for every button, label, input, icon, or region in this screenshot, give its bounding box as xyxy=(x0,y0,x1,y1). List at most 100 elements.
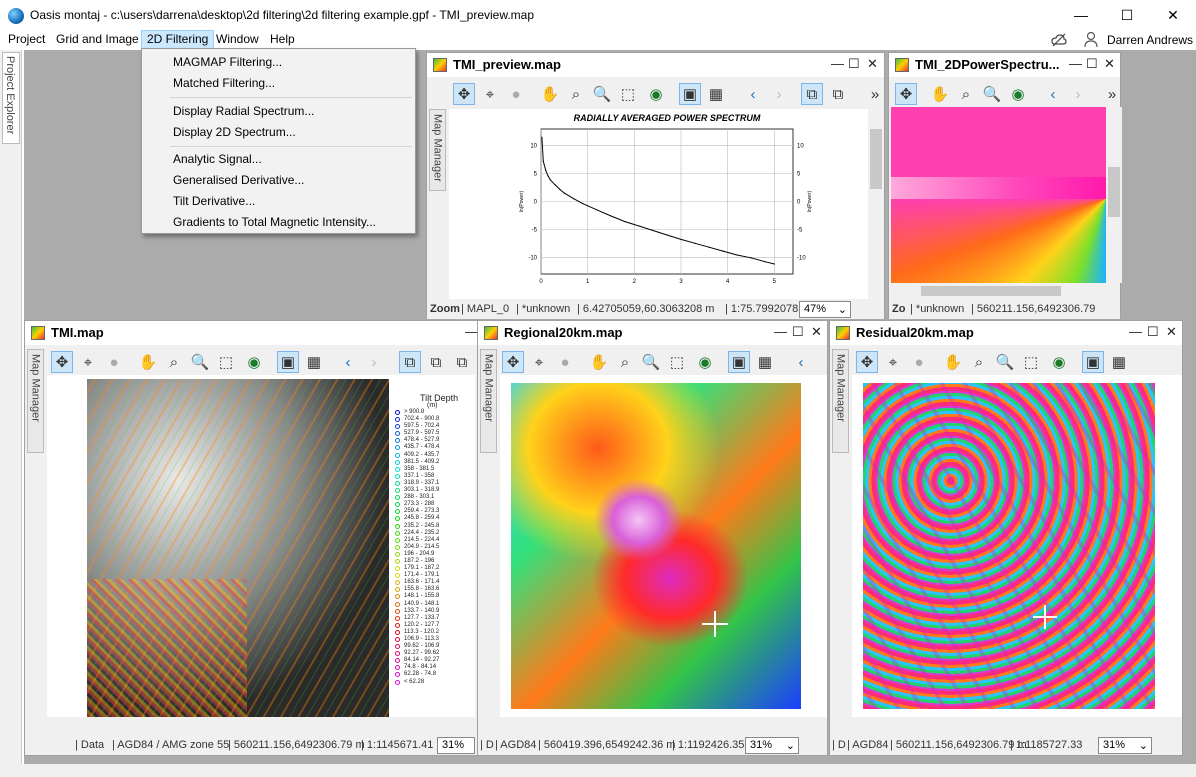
scroll-thumb[interactable] xyxy=(921,286,1061,296)
close-button[interactable]: ✕ xyxy=(1150,0,1196,30)
globe-icon[interactable]: ◉ xyxy=(694,351,716,373)
project-explorer-tab[interactable]: Project Explorer xyxy=(2,52,20,144)
scroll-thumb[interactable] xyxy=(870,129,882,189)
pan-hand-icon[interactable]: ✋ xyxy=(942,351,964,373)
user-name[interactable]: Darren Andrews xyxy=(1107,33,1193,47)
tmi-map-canvas[interactable]: Tilt Depth (m) > 900.8 702.4 - 900.8 597.5… xyxy=(47,375,475,717)
minimize-icon[interactable]: — xyxy=(831,56,844,71)
back-icon[interactable]: ‹ xyxy=(1042,83,1064,105)
info-icon[interactable]: ● xyxy=(908,351,930,373)
info-icon[interactable]: ● xyxy=(103,351,125,373)
residual-map-titlebar[interactable]: Residual20km.map — ☐ ✕ xyxy=(830,321,1182,345)
crosshair-icon[interactable]: ⌖ xyxy=(528,351,550,373)
zoom-extent-icon[interactable]: ⬚ xyxy=(1020,351,1042,373)
globe-icon[interactable]: ◉ xyxy=(645,83,667,105)
map-layer-icon[interactable]: ▣ xyxy=(679,83,701,105)
menu-item-magmap-filtering[interactable]: MAGMAP Filtering... xyxy=(173,55,282,69)
select-tool-icon[interactable]: ✥ xyxy=(453,83,475,105)
zoom-icon[interactable]: 🔍 xyxy=(640,351,662,373)
residual-map-canvas[interactable] xyxy=(852,375,1182,717)
map-manager-tab[interactable]: Map Manager xyxy=(480,349,497,453)
pan-hand-icon[interactable]: ✋ xyxy=(137,351,159,373)
maximize-icon[interactable]: ☐ xyxy=(792,324,804,340)
menu-grid-and-image[interactable]: Grid and Image xyxy=(51,30,144,49)
zoom-window-icon[interactable]: ⌕ xyxy=(614,351,636,373)
menu-help[interactable]: Help xyxy=(265,30,300,49)
zoom-icon[interactable]: 🔍 xyxy=(994,351,1016,373)
zoom-window-icon[interactable]: ⌕ xyxy=(968,351,990,373)
menu-item-tilt-derivative[interactable]: Tilt Derivative... xyxy=(173,194,255,208)
power-spectrum-titlebar[interactable]: TMI_2DPowerSpectru... — ☐ ✕ xyxy=(889,53,1120,77)
map-refresh-icon[interactable]: ▦ xyxy=(754,351,776,373)
minimize-button[interactable]: — xyxy=(1058,0,1104,30)
select-tool-icon[interactable]: ✥ xyxy=(51,351,73,373)
window-cascade-icon[interactable]: ⧉ xyxy=(827,83,849,105)
crosshair-icon[interactable]: ⌖ xyxy=(77,351,99,373)
info-icon[interactable]: ● xyxy=(505,83,527,105)
menu-window[interactable]: Window xyxy=(211,30,264,49)
pan-hand-icon[interactable]: ✋ xyxy=(929,83,951,105)
zoom-extent-icon[interactable]: ⬚ xyxy=(617,83,639,105)
vertical-scrollbar[interactable] xyxy=(1106,107,1122,283)
zoom-select[interactable]: 31% ⌄ xyxy=(745,737,799,754)
minimize-icon[interactable]: — xyxy=(1129,324,1142,339)
zoom-extent-icon[interactable]: ⬚ xyxy=(666,351,688,373)
globe-icon[interactable]: ◉ xyxy=(1007,83,1029,105)
tmi-preview-window[interactable]: TMI_preview.map — ☐ ✕ ✥ ⌖ ● ✋ ⌕ 🔍 ⬚ ◉ ▣ … xyxy=(426,52,885,319)
globe-icon[interactable]: ◉ xyxy=(1048,351,1070,373)
minimize-icon[interactable]: — xyxy=(1069,56,1082,71)
maximize-icon[interactable]: ☐ xyxy=(1147,324,1159,340)
zoom-icon[interactable]: 🔍 xyxy=(189,351,211,373)
back-icon[interactable]: ‹ xyxy=(790,351,812,373)
menu-item-analytic-signal[interactable]: Analytic Signal... xyxy=(173,152,262,166)
select-tool-icon[interactable]: ✥ xyxy=(502,351,524,373)
menu-item-generalised-derivative[interactable]: Generalised Derivative... xyxy=(173,173,304,187)
crosshair-icon[interactable]: ⌖ xyxy=(882,351,904,373)
close-icon[interactable]: ✕ xyxy=(867,56,878,72)
regional-map-window[interactable]: Regional20km.map — ☐ ✕ ✥ ⌖ ● ✋ ⌕ 🔍 ⬚ ◉ ▣… xyxy=(477,320,828,756)
more-tools-icon[interactable]: » xyxy=(864,83,886,105)
map-manager-tab[interactable]: Map Manager xyxy=(429,109,446,191)
menu-2d-filtering[interactable]: 2D Filtering xyxy=(141,30,215,49)
regional-map-titlebar[interactable]: Regional20km.map — ☐ ✕ xyxy=(478,321,827,345)
regional-map-canvas[interactable] xyxy=(500,375,827,717)
power-spectrum-image[interactable] xyxy=(891,107,1106,283)
residual-map-window[interactable]: Residual20km.map — ☐ ✕ ✥ ⌖ ● ✋ ⌕ 🔍 ⬚ ◉ ▣… xyxy=(829,320,1183,756)
cloud-offline-icon[interactable] xyxy=(1050,31,1068,49)
maximize-icon[interactable]: ☐ xyxy=(848,56,860,72)
zoom-select[interactable]: 31% ⌄ xyxy=(1098,737,1152,754)
menu-item-gradients-to-tmi[interactable]: Gradients to Total Magnetic Intensity... xyxy=(173,215,376,229)
menu-item-display-2d-spectrum[interactable]: Display 2D Spectrum... xyxy=(173,125,296,139)
menu-item-display-radial-spectrum[interactable]: Display Radial Spectrum... xyxy=(173,104,314,118)
pan-hand-icon[interactable]: ✋ xyxy=(539,83,561,105)
map-manager-tab[interactable]: Map Manager xyxy=(832,349,849,453)
globe-icon[interactable]: ◉ xyxy=(243,351,265,373)
vertical-scrollbar[interactable] xyxy=(868,109,884,283)
horizontal-scrollbar[interactable] xyxy=(500,717,827,731)
window-tile-icon[interactable]: ⧉ xyxy=(801,83,823,105)
tmi-preview-titlebar[interactable]: TMI_preview.map — ☐ ✕ xyxy=(427,53,884,77)
back-icon[interactable]: ‹ xyxy=(337,351,359,373)
tmi-map-window[interactable]: TMI.map — ✥ ⌖ ● ✋ ⌕ 🔍 ⬚ ◉ ▣ ▦ ‹ › ⧉ ⧉ ⧉ … xyxy=(24,320,478,756)
back-icon[interactable]: ‹ xyxy=(742,83,764,105)
maximize-button[interactable]: ☐ xyxy=(1104,0,1150,30)
zoom-icon[interactable]: 🔍 xyxy=(981,83,1003,105)
zoom-window-icon[interactable]: ⌕ xyxy=(565,83,587,105)
map-manager-tab[interactable]: Map Manager xyxy=(27,349,44,453)
pan-hand-icon[interactable]: ✋ xyxy=(588,351,610,373)
horizontal-scrollbar[interactable] xyxy=(891,284,1106,298)
map-refresh-icon[interactable]: ▦ xyxy=(303,351,325,373)
close-icon[interactable]: ✕ xyxy=(1166,324,1177,340)
select-tool-icon[interactable]: ✥ xyxy=(895,83,917,105)
zoom-select[interactable]: 47% ⌄ xyxy=(799,301,851,318)
close-icon[interactable]: ✕ xyxy=(1104,56,1115,72)
zoom-extent-icon[interactable]: ⬚ xyxy=(215,351,237,373)
zoom-select[interactable]: 31% xyxy=(437,737,475,754)
horizontal-scrollbar[interactable] xyxy=(47,717,475,731)
window-arrange-icon[interactable]: ⧉ xyxy=(451,351,473,373)
more-tools-icon[interactable]: » xyxy=(1101,83,1123,105)
map-layer-icon[interactable]: ▣ xyxy=(277,351,299,373)
menu-project[interactable]: Project xyxy=(3,30,50,49)
map-layer-icon[interactable]: ▣ xyxy=(1082,351,1104,373)
scroll-thumb[interactable] xyxy=(1108,167,1120,217)
